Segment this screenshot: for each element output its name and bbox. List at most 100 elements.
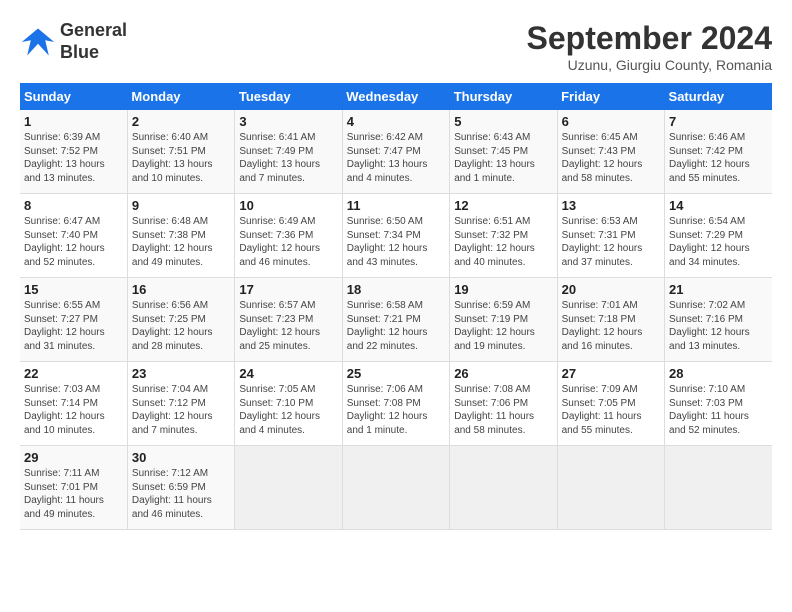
day-number: 28 (669, 366, 768, 381)
day-info: Sunrise: 6:42 AM Sunset: 7:47 PM Dayligh… (347, 131, 445, 185)
calendar-cell: 3Sunrise: 6:41 AM Sunset: 7:49 PM Daylig… (235, 110, 342, 194)
day-info: Sunrise: 6:41 AM Sunset: 7:49 PM Dayligh… (239, 131, 337, 185)
calendar-cell: 6Sunrise: 6:45 AM Sunset: 7:43 PM Daylig… (557, 110, 664, 194)
calendar-cell: 30 Sunrise: 7:12 AM Sunset: 6:59 PM Dayli… (127, 446, 234, 530)
calendar-cell: 16 Sunrise: 6:56 AM Sunset: 7:25 PM Dayli… (127, 278, 234, 362)
calendar-week-4: 22Sunrise: 7:03 AM Sunset: 7:14 PM Dayli… (20, 362, 772, 446)
calendar-cell: 25Sunrise: 7:06 AM Sunset: 7:08 PM Dayli… (342, 362, 449, 446)
day-number: 14 (669, 198, 768, 213)
location: Uzunu, Giurgiu County, Romania (527, 57, 772, 73)
day-number: 13 (562, 198, 660, 213)
calendar-week-2: 8 Sunrise: 6:47 AM Sunset: 7:40 PM Daylig… (20, 194, 772, 278)
day-info: Sunrise: 6:46 AM Sunset: 7:42 PM Dayligh… (669, 131, 768, 185)
day-number: 2 (132, 114, 230, 129)
calendar-cell (557, 446, 664, 530)
day-info: Sunrise: 6:47 AM Sunset: 7:40 PM Dayligh… (24, 215, 123, 269)
calendar-cell: 24 Sunrise: 7:05 AM Sunset: 7:10 PM Dayli… (235, 362, 342, 446)
calendar-cell (235, 446, 342, 530)
day-number: 5 (454, 114, 552, 129)
day-number: 27 (562, 366, 660, 381)
day-number: 20 (562, 282, 660, 297)
day-info: Sunrise: 7:10 AM Sunset: 7:03 PM Dayligh… (669, 383, 768, 437)
logo-icon (20, 24, 56, 60)
day-info: Sunrise: 6:54 AM Sunset: 7:29 PM Dayligh… (669, 215, 768, 269)
day-info: Sunrise: 6:43 AM Sunset: 7:45 PM Dayligh… (454, 131, 552, 185)
day-number: 23 (132, 366, 230, 381)
calendar-cell: 7 Sunrise: 6:46 AM Sunset: 7:42 PM Daylig… (665, 110, 772, 194)
header-monday: Monday (127, 83, 234, 110)
day-info: Sunrise: 6:58 AM Sunset: 7:21 PM Dayligh… (347, 299, 445, 353)
day-info: Sunrise: 7:06 AM Sunset: 7:08 PM Dayligh… (347, 383, 445, 437)
day-number: 11 (347, 198, 445, 213)
day-number: 10 (239, 198, 337, 213)
calendar-cell: 23 Sunrise: 7:04 AM Sunset: 7:12 PM Dayli… (127, 362, 234, 446)
header-sunday: Sunday (20, 83, 127, 110)
day-info: Sunrise: 7:08 AM Sunset: 7:06 PM Dayligh… (454, 383, 552, 437)
day-info: Sunrise: 6:39 AM Sunset: 7:52 PM Dayligh… (24, 131, 123, 185)
day-number: 18 (347, 282, 445, 297)
calendar-cell (342, 446, 449, 530)
calendar-week-5: 29 Sunrise: 7:11 AM Sunset: 7:01 PM Dayli… (20, 446, 772, 530)
day-info: Sunrise: 7:05 AM Sunset: 7:10 PM Dayligh… (239, 383, 337, 437)
header-wednesday: Wednesday (342, 83, 449, 110)
day-info: Sunrise: 7:04 AM Sunset: 7:12 PM Dayligh… (132, 383, 230, 437)
calendar-cell: 19Sunrise: 6:59 AM Sunset: 7:19 PM Dayli… (450, 278, 557, 362)
day-info: Sunrise: 6:59 AM Sunset: 7:19 PM Dayligh… (454, 299, 552, 353)
calendar-cell (665, 446, 772, 530)
calendar-cell: 8 Sunrise: 6:47 AM Sunset: 7:40 PM Daylig… (20, 194, 127, 278)
calendar-cell: 22Sunrise: 7:03 AM Sunset: 7:14 PM Dayli… (20, 362, 127, 446)
day-number: 12 (454, 198, 552, 213)
calendar-cell: 9 Sunrise: 6:48 AM Sunset: 7:38 PM Daylig… (127, 194, 234, 278)
day-number: 21 (669, 282, 768, 297)
calendar-cell (450, 446, 557, 530)
day-number: 1 (24, 114, 123, 129)
day-info: Sunrise: 7:09 AM Sunset: 7:05 PM Dayligh… (562, 383, 660, 437)
day-info: Sunrise: 6:45 AM Sunset: 7:43 PM Dayligh… (562, 131, 660, 185)
day-info: Sunrise: 7:01 AM Sunset: 7:18 PM Dayligh… (562, 299, 660, 353)
day-info: Sunrise: 7:12 AM Sunset: 6:59 PM Dayligh… (132, 467, 230, 521)
logo-text: General Blue (60, 20, 127, 63)
day-number: 9 (132, 198, 230, 213)
day-number: 26 (454, 366, 552, 381)
calendar-header-row: SundayMondayTuesdayWednesdayThursdayFrid… (20, 83, 772, 110)
calendar-cell: 27 Sunrise: 7:09 AM Sunset: 7:05 PM Dayli… (557, 362, 664, 446)
day-info: Sunrise: 7:03 AM Sunset: 7:14 PM Dayligh… (24, 383, 123, 437)
calendar-cell: 29 Sunrise: 7:11 AM Sunset: 7:01 PM Dayli… (20, 446, 127, 530)
calendar-cell: 20 Sunrise: 7:01 AM Sunset: 7:18 PM Dayli… (557, 278, 664, 362)
calendar-table: SundayMondayTuesdayWednesdayThursdayFrid… (20, 83, 772, 530)
title-block: September 2024 Uzunu, Giurgiu County, Ro… (527, 20, 772, 73)
day-info: Sunrise: 6:48 AM Sunset: 7:38 PM Dayligh… (132, 215, 230, 269)
calendar-week-1: 1 Sunrise: 6:39 AM Sunset: 7:52 PM Daylig… (20, 110, 772, 194)
calendar-cell: 28 Sunrise: 7:10 AM Sunset: 7:03 PM Dayli… (665, 362, 772, 446)
calendar-cell: 2 Sunrise: 6:40 AM Sunset: 7:51 PM Daylig… (127, 110, 234, 194)
day-number: 8 (24, 198, 123, 213)
calendar-cell: 5 Sunrise: 6:43 AM Sunset: 7:45 PM Daylig… (450, 110, 557, 194)
page-header: General Blue September 2024 Uzunu, Giurg… (20, 20, 772, 73)
calendar-cell: 10Sunrise: 6:49 AM Sunset: 7:36 PM Dayli… (235, 194, 342, 278)
calendar-cell: 15Sunrise: 6:55 AM Sunset: 7:27 PM Dayli… (20, 278, 127, 362)
day-number: 24 (239, 366, 337, 381)
day-info: Sunrise: 7:11 AM Sunset: 7:01 PM Dayligh… (24, 467, 123, 521)
calendar-cell: 13 Sunrise: 6:53 AM Sunset: 7:31 PM Dayli… (557, 194, 664, 278)
calendar-cell: 11Sunrise: 6:50 AM Sunset: 7:34 PM Dayli… (342, 194, 449, 278)
header-tuesday: Tuesday (235, 83, 342, 110)
day-number: 30 (132, 450, 230, 465)
day-number: 7 (669, 114, 768, 129)
month-title: September 2024 (527, 20, 772, 57)
day-number: 29 (24, 450, 123, 465)
calendar-cell: 4Sunrise: 6:42 AM Sunset: 7:47 PM Daylig… (342, 110, 449, 194)
calendar-cell: 17Sunrise: 6:57 AM Sunset: 7:23 PM Dayli… (235, 278, 342, 362)
calendar-cell: 21 Sunrise: 7:02 AM Sunset: 7:16 PM Dayli… (665, 278, 772, 362)
day-info: Sunrise: 6:57 AM Sunset: 7:23 PM Dayligh… (239, 299, 337, 353)
day-number: 16 (132, 282, 230, 297)
header-thursday: Thursday (450, 83, 557, 110)
day-info: Sunrise: 6:53 AM Sunset: 7:31 PM Dayligh… (562, 215, 660, 269)
logo: General Blue (20, 20, 127, 63)
day-info: Sunrise: 6:40 AM Sunset: 7:51 PM Dayligh… (132, 131, 230, 185)
calendar-cell: 14 Sunrise: 6:54 AM Sunset: 7:29 PM Dayli… (665, 194, 772, 278)
day-info: Sunrise: 6:55 AM Sunset: 7:27 PM Dayligh… (24, 299, 123, 353)
day-info: Sunrise: 7:02 AM Sunset: 7:16 PM Dayligh… (669, 299, 768, 353)
header-saturday: Saturday (665, 83, 772, 110)
calendar-week-3: 15Sunrise: 6:55 AM Sunset: 7:27 PM Dayli… (20, 278, 772, 362)
day-info: Sunrise: 6:56 AM Sunset: 7:25 PM Dayligh… (132, 299, 230, 353)
